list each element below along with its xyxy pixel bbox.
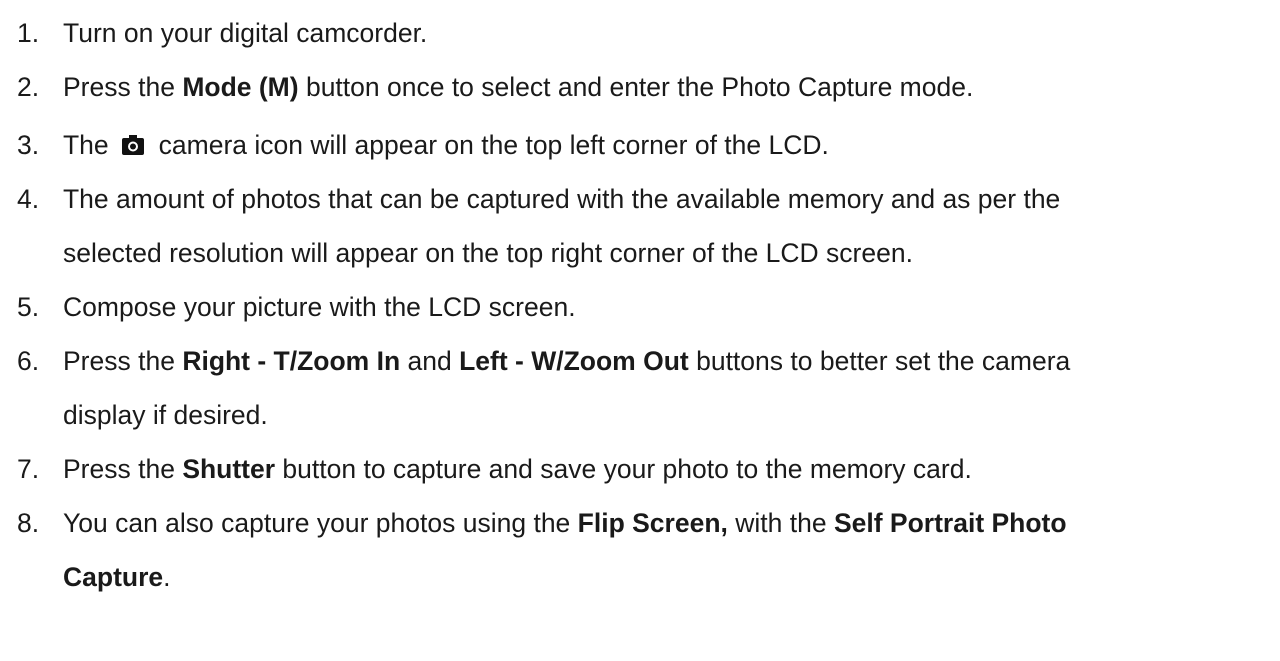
list-item-continuation: selected resolution will appear on the t… (0, 226, 1280, 280)
step-text: Press the (63, 346, 183, 376)
list-item-number: 1. (17, 18, 40, 48)
step-text: camera icon will appear on the top left … (158, 130, 829, 160)
list-item: 5. Compose your picture with the LCD scre… (0, 280, 1280, 334)
step-text: You can also capture your photos using t… (63, 508, 578, 538)
step-text: selected resolution will appear on the t… (63, 238, 913, 268)
step-text: Press the (63, 454, 183, 484)
bold-term: Capture (63, 562, 164, 592)
step-text: display if desired. (63, 400, 268, 430)
step-text: Turn on your digital camcorder. (63, 18, 428, 48)
list-item: 8. You can also capture your photos using… (0, 496, 1280, 550)
step-text: The (63, 130, 109, 160)
step-text: Compose your picture with the LCD screen… (63, 292, 576, 322)
step-text: button to capture and save your photo to… (275, 454, 972, 484)
list-item-number: 5. (17, 292, 40, 322)
step-text: The amount of photos that can be capture… (63, 184, 1061, 214)
camera-icon (121, 135, 144, 155)
step-text: . (163, 562, 171, 592)
list-item-continuation: Capture. (0, 550, 1280, 604)
bold-term: Right - T/Zoom In (182, 346, 401, 376)
step-text: buttons to better set the camera (688, 346, 1071, 376)
list-item: 4. The amount of photos that can be captu… (0, 172, 1280, 226)
list-item-number: 8. (17, 508, 40, 538)
bold-term: Mode (M) (182, 72, 299, 102)
step-text: Press the (63, 72, 183, 102)
bold-term: Self Portrait Photo (833, 508, 1067, 538)
bold-term: Flip Screen, (577, 508, 728, 538)
list-item: 3. The camera icon will appear on the top … (0, 118, 1280, 172)
step-text: and (400, 346, 460, 376)
list-item: 6. Press the Right - T/Zoom In and Left -… (0, 334, 1280, 388)
list-item: 1. Turn on your digital camcorder. (0, 6, 1280, 60)
list-item: 2. Press the Mode (M) button once to sele… (0, 60, 1280, 114)
list-item-number: 3. (17, 130, 40, 160)
step-text: button once to select and enter the Phot… (298, 72, 974, 102)
bold-term: Left - W/Zoom Out (459, 346, 689, 376)
step-text: with the (727, 508, 834, 538)
list-item-number: 4. (17, 184, 40, 214)
bold-term: Shutter (182, 454, 276, 484)
list-item-number: 7. (17, 454, 40, 484)
instruction-list: 1. Turn on your digital camcorder. 2. Press… (0, 0, 1280, 661)
list-item-number: 6. (17, 346, 40, 376)
list-item: 7. Press the Shutter button to capture an… (0, 442, 1280, 496)
list-item-number: 2. (17, 72, 40, 102)
list-item-continuation: display if desired. (0, 388, 1280, 442)
